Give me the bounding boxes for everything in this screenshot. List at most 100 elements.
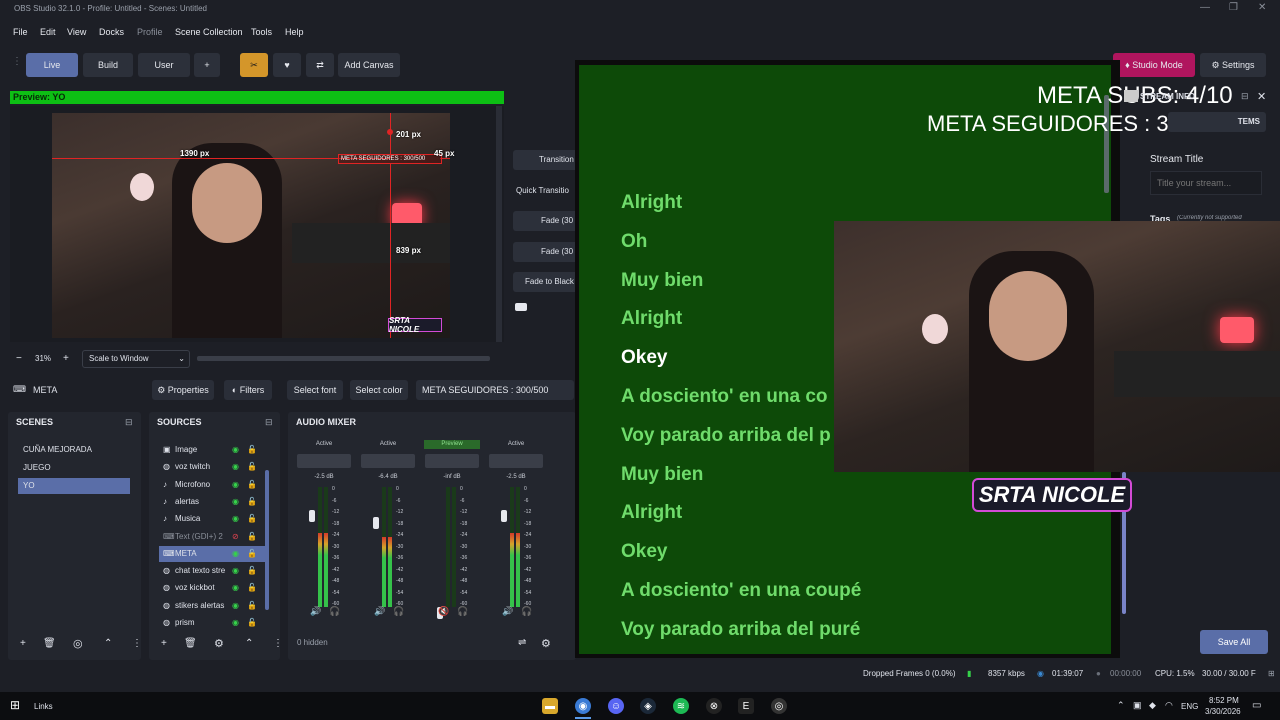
lock-icon[interactable]: 🔓 xyxy=(247,459,257,475)
close-icon[interactable]: ✕ xyxy=(1258,2,1266,13)
tray-app-icon[interactable]: ◆ xyxy=(1149,700,1156,711)
chevron-up-icon[interactable]: ⌃ xyxy=(245,638,253,649)
add-source-icon[interactable]: + xyxy=(161,638,167,649)
lock-icon[interactable]: 🔓 xyxy=(247,477,257,493)
headphones-icon[interactable]: 🎧 xyxy=(457,606,468,617)
headphones-icon[interactable]: 🎧 xyxy=(521,606,532,617)
eye-icon[interactable]: ◉ xyxy=(232,615,239,631)
scene-item-selected[interactable]: YO xyxy=(18,478,130,494)
headphones-icon[interactable]: 🎧 xyxy=(393,606,404,617)
channel-device-dropdown[interactable] xyxy=(425,454,479,468)
undock-icon[interactable]: ⊟ xyxy=(1241,91,1249,102)
eye-icon[interactable]: ◉ xyxy=(232,459,239,475)
lock-icon[interactable]: 🔓 xyxy=(247,529,257,545)
build-button[interactable]: Build xyxy=(83,53,133,77)
gear-icon[interactable]: ⚙ xyxy=(541,637,551,650)
trash-icon[interactable]: 🗑 xyxy=(184,638,197,649)
add-scene-icon[interactable]: + xyxy=(20,638,26,649)
source-item[interactable]: ◍ voz twitch ◉ 🔓 xyxy=(159,459,265,475)
add-mode-button[interactable]: + xyxy=(194,53,220,77)
menu-edit[interactable]: Edit xyxy=(40,27,56,37)
panel-tab-icon[interactable] xyxy=(1124,90,1138,102)
clock-time[interactable]: 8:52 PM xyxy=(1209,696,1239,705)
save-all-button[interactable]: Save All xyxy=(1200,630,1268,654)
volume-fader[interactable] xyxy=(309,510,315,523)
lock-icon[interactable]: 🔓 xyxy=(247,442,257,458)
live-button[interactable]: Live xyxy=(26,53,78,77)
menu-tools[interactable]: Tools xyxy=(251,27,272,37)
menu-view[interactable]: View xyxy=(67,27,86,37)
horizontal-scrollbar[interactable] xyxy=(197,356,490,361)
chevron-up-icon[interactable]: ⌃ xyxy=(104,638,112,649)
sources-scrollbar[interactable] xyxy=(265,470,269,610)
settings-button[interactable]: ⚙ Settings xyxy=(1200,53,1266,77)
clock-date[interactable]: 3/30/2026 xyxy=(1205,707,1241,716)
menu-docks[interactable]: Docks xyxy=(99,27,124,37)
source-item[interactable]: ▣ Image ◉ 🔓 xyxy=(159,442,265,458)
add-canvas-button[interactable]: Add Canvas xyxy=(338,53,400,77)
stream-title-input[interactable] xyxy=(1150,171,1262,195)
lock-icon[interactable]: 🔓 xyxy=(247,598,257,614)
fade-button-2[interactable]: Fade (30 xyxy=(513,242,579,262)
file-explorer-icon[interactable]: ▬ xyxy=(542,698,558,714)
source-item[interactable]: ♪ Microfono ◉ 🔓 xyxy=(159,477,265,493)
notification-icon[interactable]: ▭ xyxy=(1252,700,1261,711)
swap-icon[interactable]: ⇄ xyxy=(306,53,334,77)
windows-start-icon[interactable]: ⊞ xyxy=(10,698,20,712)
channel-device-dropdown[interactable] xyxy=(489,454,543,468)
steam-icon[interactable]: ◈ xyxy=(640,698,656,714)
zoom-out-button[interactable]: − xyxy=(16,353,22,364)
more-icon[interactable]: ⋮ xyxy=(273,638,283,649)
lock-icon[interactable]: 🔓 xyxy=(247,563,257,579)
selected-text-source[interactable]: META SEGUIDORES : 300/500 xyxy=(338,154,442,164)
preview-scrollbar[interactable] xyxy=(496,106,502,342)
user-button[interactable]: User xyxy=(138,53,190,77)
tools-icon[interactable]: ✂ xyxy=(240,53,268,77)
lock-icon[interactable]: 🔓 xyxy=(247,615,257,631)
volume-fader[interactable] xyxy=(373,516,379,529)
eye-icon[interactable]: ◉ xyxy=(232,511,239,527)
gear-icon[interactable]: ⚙ xyxy=(214,637,224,650)
menu-file[interactable]: File xyxy=(13,27,28,37)
source-item[interactable]: ◍ chat texto stre ◉ 🔓 xyxy=(159,563,265,579)
eye-hidden-icon[interactable]: ⊘ xyxy=(232,529,239,545)
maximize-icon[interactable]: ❐ xyxy=(1229,2,1238,13)
source-item[interactable]: ◍ prism ◉ 🔓 xyxy=(159,615,265,631)
epic-games-icon[interactable]: E xyxy=(738,698,754,714)
eye-icon[interactable]: ◉ xyxy=(232,546,239,562)
source-item[interactable]: ♪ Musica ◉ 🔓 xyxy=(159,511,265,527)
more-icon[interactable]: ⋮ xyxy=(132,638,142,649)
channel-device-dropdown[interactable] xyxy=(361,454,415,468)
studio-mode-button[interactable]: ♦ Studio Mode xyxy=(1113,53,1195,77)
obs-icon[interactable]: ◎ xyxy=(771,698,787,714)
menu-profile[interactable]: Profile xyxy=(137,27,163,37)
menu-scene-collection[interactable]: Scene Collection xyxy=(175,27,243,37)
eye-icon[interactable]: ◉ xyxy=(232,477,239,493)
tbar-handle[interactable] xyxy=(515,303,527,311)
undock-icon[interactable]: ⊟ xyxy=(265,417,273,428)
speaker-icon[interactable]: 🔊 xyxy=(310,606,321,617)
filter-icon[interactable]: ◎ xyxy=(73,637,83,650)
eye-icon[interactable]: ◉ xyxy=(232,580,239,596)
tray-app-icon[interactable]: ▣ xyxy=(1133,700,1142,711)
eye-icon[interactable]: ◉ xyxy=(232,598,239,614)
properties-button[interactable]: ⚙ Properties xyxy=(152,380,214,400)
select-color-button[interactable]: Select color xyxy=(350,380,408,400)
wifi-icon[interactable]: ◠ xyxy=(1165,700,1173,711)
channel-device-dropdown[interactable] xyxy=(297,454,351,468)
chrome-icon[interactable]: ◉ xyxy=(575,698,591,714)
volume-fader[interactable] xyxy=(501,510,507,523)
headphones-icon[interactable]: 🎧 xyxy=(329,606,340,617)
chevron-up-icon[interactable]: ⌃ xyxy=(1117,700,1125,711)
resize-grip-icon[interactable]: ⊞ xyxy=(1268,669,1275,678)
source-item-selected[interactable]: ⌨ META ◉ 🔓 xyxy=(159,545,265,562)
source-item[interactable]: ⌨ Text (GDI+) 2 ⊘ 🔓 xyxy=(159,529,265,545)
mixer-settings-icon[interactable]: ⇌ xyxy=(518,637,526,648)
language-indicator[interactable]: ENG xyxy=(1181,702,1198,711)
close-icon[interactable]: ✕ xyxy=(1257,90,1266,103)
zoom-in-button[interactable]: + xyxy=(63,353,69,364)
source-item[interactable]: ♪ alertas ◉ 🔓 xyxy=(159,494,265,510)
eye-icon[interactable]: ◉ xyxy=(232,494,239,510)
source-item[interactable]: ◍ stikers alertas ◉ 🔓 xyxy=(159,598,265,614)
lock-icon[interactable]: 🔓 xyxy=(247,511,257,527)
